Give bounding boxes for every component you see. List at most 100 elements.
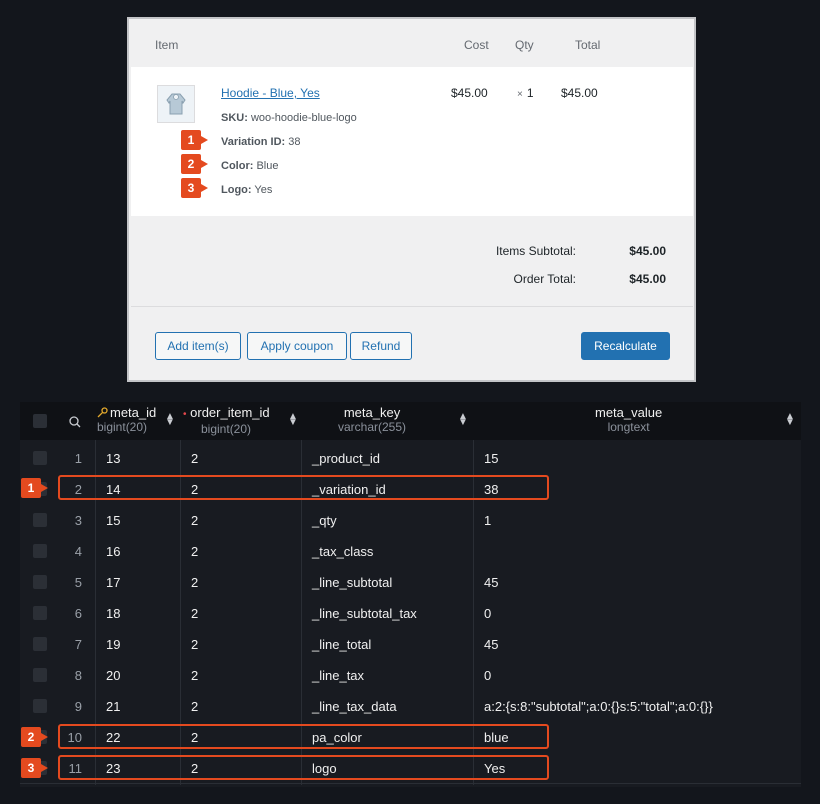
- cell-order-item-id[interactable]: 2: [191, 637, 198, 652]
- annotation-badge-1: 1: [21, 478, 41, 498]
- cell-order-item-id[interactable]: 2: [191, 575, 198, 590]
- cell-order-item-id[interactable]: 2: [191, 513, 198, 528]
- refund-button[interactable]: Refund: [350, 332, 412, 360]
- table-row[interactable]: 1 13 2 _product_id 15: [20, 442, 801, 473]
- column-meta-id[interactable]: meta_id bigint(20): [97, 406, 156, 435]
- row-checkbox[interactable]: [33, 637, 47, 651]
- annotation-arrow: [41, 764, 48, 772]
- header-qty: Qty: [515, 38, 534, 52]
- column-meta-value[interactable]: meta_value longtext: [595, 406, 662, 435]
- cell-order-item-id[interactable]: 2: [191, 668, 198, 683]
- row-number: 6: [74, 606, 82, 621]
- cell-order-item-id[interactable]: 2: [191, 544, 198, 559]
- table-row[interactable]: 7 19 2 _line_total 45: [20, 628, 801, 659]
- row-checkbox[interactable]: [33, 451, 47, 465]
- annotation-arrow: [201, 184, 208, 192]
- cell-meta-id[interactable]: 15: [106, 513, 120, 528]
- cell-meta-key[interactable]: _line_subtotal: [312, 575, 392, 590]
- row-checkbox[interactable]: [33, 513, 47, 527]
- cell-order-item-id[interactable]: 2: [191, 606, 198, 621]
- required-icon: •: [183, 409, 187, 420]
- cell-meta-key[interactable]: _qty: [312, 513, 337, 528]
- sort-icon[interactable]: ▲ ▼: [458, 412, 468, 428]
- row-number: 1: [74, 451, 82, 466]
- table-row[interactable]: 6 18 2 _line_subtotal_tax 0: [20, 597, 801, 628]
- row-checkbox[interactable]: [33, 668, 47, 682]
- row-number: 5: [74, 575, 82, 590]
- sort-icon[interactable]: ▲ ▼: [288, 412, 298, 428]
- highlight-box-1: [58, 475, 549, 500]
- annotation-badge-2: 2: [21, 727, 41, 747]
- cell-order-item-id[interactable]: 2: [191, 699, 198, 714]
- table-bottom-border: [20, 783, 801, 784]
- cell-meta-value[interactable]: 1: [484, 513, 491, 528]
- color-label: Color:: [221, 160, 254, 172]
- column-order-item-id[interactable]: • order_item_id bigint(20): [183, 405, 270, 437]
- items-subtotal-value: $45.00: [629, 244, 666, 258]
- product-thumbnail[interactable]: [157, 85, 195, 123]
- column-name: order_item_id: [190, 405, 270, 420]
- row-number: 9: [74, 699, 82, 714]
- items-subtotal-row: Items Subtotal: $45.00: [426, 244, 666, 258]
- cell-meta-value[interactable]: 0: [484, 606, 491, 621]
- table-row[interactable]: 5 17 2 _line_subtotal 45: [20, 566, 801, 597]
- cell-meta-key[interactable]: _line_tax_data: [312, 699, 397, 714]
- cell-meta-value[interactable]: 0: [484, 668, 491, 683]
- recalculate-button[interactable]: Recalculate: [581, 332, 670, 360]
- cell-order-item-id[interactable]: 2: [191, 451, 198, 466]
- cell-meta-key[interactable]: _product_id: [312, 451, 380, 466]
- apply-coupon-button[interactable]: Apply coupon: [247, 332, 347, 360]
- logo-line: Logo: Yes: [221, 184, 272, 196]
- row-checkbox[interactable]: [33, 699, 47, 713]
- cell-meta-key[interactable]: _line_total: [312, 637, 371, 652]
- cell-meta-value[interactable]: 45: [484, 575, 498, 590]
- row-number: 3: [74, 513, 82, 528]
- cell-meta-key[interactable]: _line_subtotal_tax: [312, 606, 417, 621]
- table-row[interactable]: 8 20 2 _line_tax 0: [20, 659, 801, 690]
- sku-label: SKU:: [221, 112, 248, 124]
- table-row[interactable]: 4 16 2 _tax_class: [20, 535, 801, 566]
- row-checkbox[interactable]: [33, 575, 47, 589]
- column-type: varchar(255): [338, 420, 407, 434]
- cell-meta-id[interactable]: 16: [106, 544, 120, 559]
- logo-label: Logo:: [221, 184, 252, 196]
- cell-meta-id[interactable]: 13: [106, 451, 120, 466]
- line-item: Hoodie - Blue, Yes SKU: woo-hoodie-blue-…: [131, 67, 693, 216]
- cell-meta-id[interactable]: 18: [106, 606, 120, 621]
- cell-meta-id[interactable]: 20: [106, 668, 120, 683]
- table-row[interactable]: 3 15 2 _qty 1: [20, 504, 801, 535]
- annotation-badge-3: 3: [181, 178, 201, 198]
- product-link[interactable]: Hoodie - Blue, Yes: [221, 86, 320, 100]
- cell-meta-id[interactable]: 21: [106, 699, 120, 714]
- order-actions: Add item(s) Apply coupon Refund Recalcul…: [131, 306, 693, 380]
- sort-icon[interactable]: ▲ ▼: [165, 412, 175, 428]
- column-type: longtext: [607, 420, 650, 434]
- select-all-checkbox[interactable]: [33, 414, 47, 428]
- cell-meta-key[interactable]: _tax_class: [312, 544, 373, 559]
- add-items-button[interactable]: Add item(s): [155, 332, 241, 360]
- order-total-value: $45.00: [629, 272, 666, 286]
- cell-meta-id[interactable]: 19: [106, 637, 120, 652]
- column-meta-key[interactable]: meta_key varchar(255): [338, 405, 407, 435]
- row-number: 4: [74, 544, 82, 559]
- cell-meta-key[interactable]: _line_tax: [312, 668, 364, 683]
- sort-icon[interactable]: ▲ ▼: [785, 412, 795, 428]
- annotation-arrow: [201, 160, 208, 168]
- cell-meta-value[interactable]: 45: [484, 637, 498, 652]
- row-number: 7: [74, 637, 82, 652]
- cell-meta-id[interactable]: 17: [106, 575, 120, 590]
- sku-line: SKU: woo-hoodie-blue-logo: [221, 112, 357, 124]
- header-item: Item: [155, 38, 179, 52]
- item-total: $45.00: [561, 86, 598, 100]
- order-total-row: Order Total: $45.00: [426, 272, 666, 286]
- highlight-box-2: [58, 724, 549, 749]
- row-checkbox[interactable]: [33, 606, 47, 620]
- logo-value: Yes: [254, 184, 273, 196]
- cell-meta-value[interactable]: 15: [484, 451, 498, 466]
- column-name: meta_key: [343, 405, 401, 420]
- cell-meta-value[interactable]: a:2:{s:8:"subtotal";a:0:{}s:5:"total";a:…: [484, 699, 713, 714]
- table-row[interactable]: 9 21 2 _line_tax_data a:2:{s:8:"subtotal";a:…: [20, 690, 801, 721]
- column-type: bigint(20): [97, 420, 148, 434]
- row-checkbox[interactable]: [33, 544, 47, 558]
- search-icon[interactable]: [69, 416, 81, 428]
